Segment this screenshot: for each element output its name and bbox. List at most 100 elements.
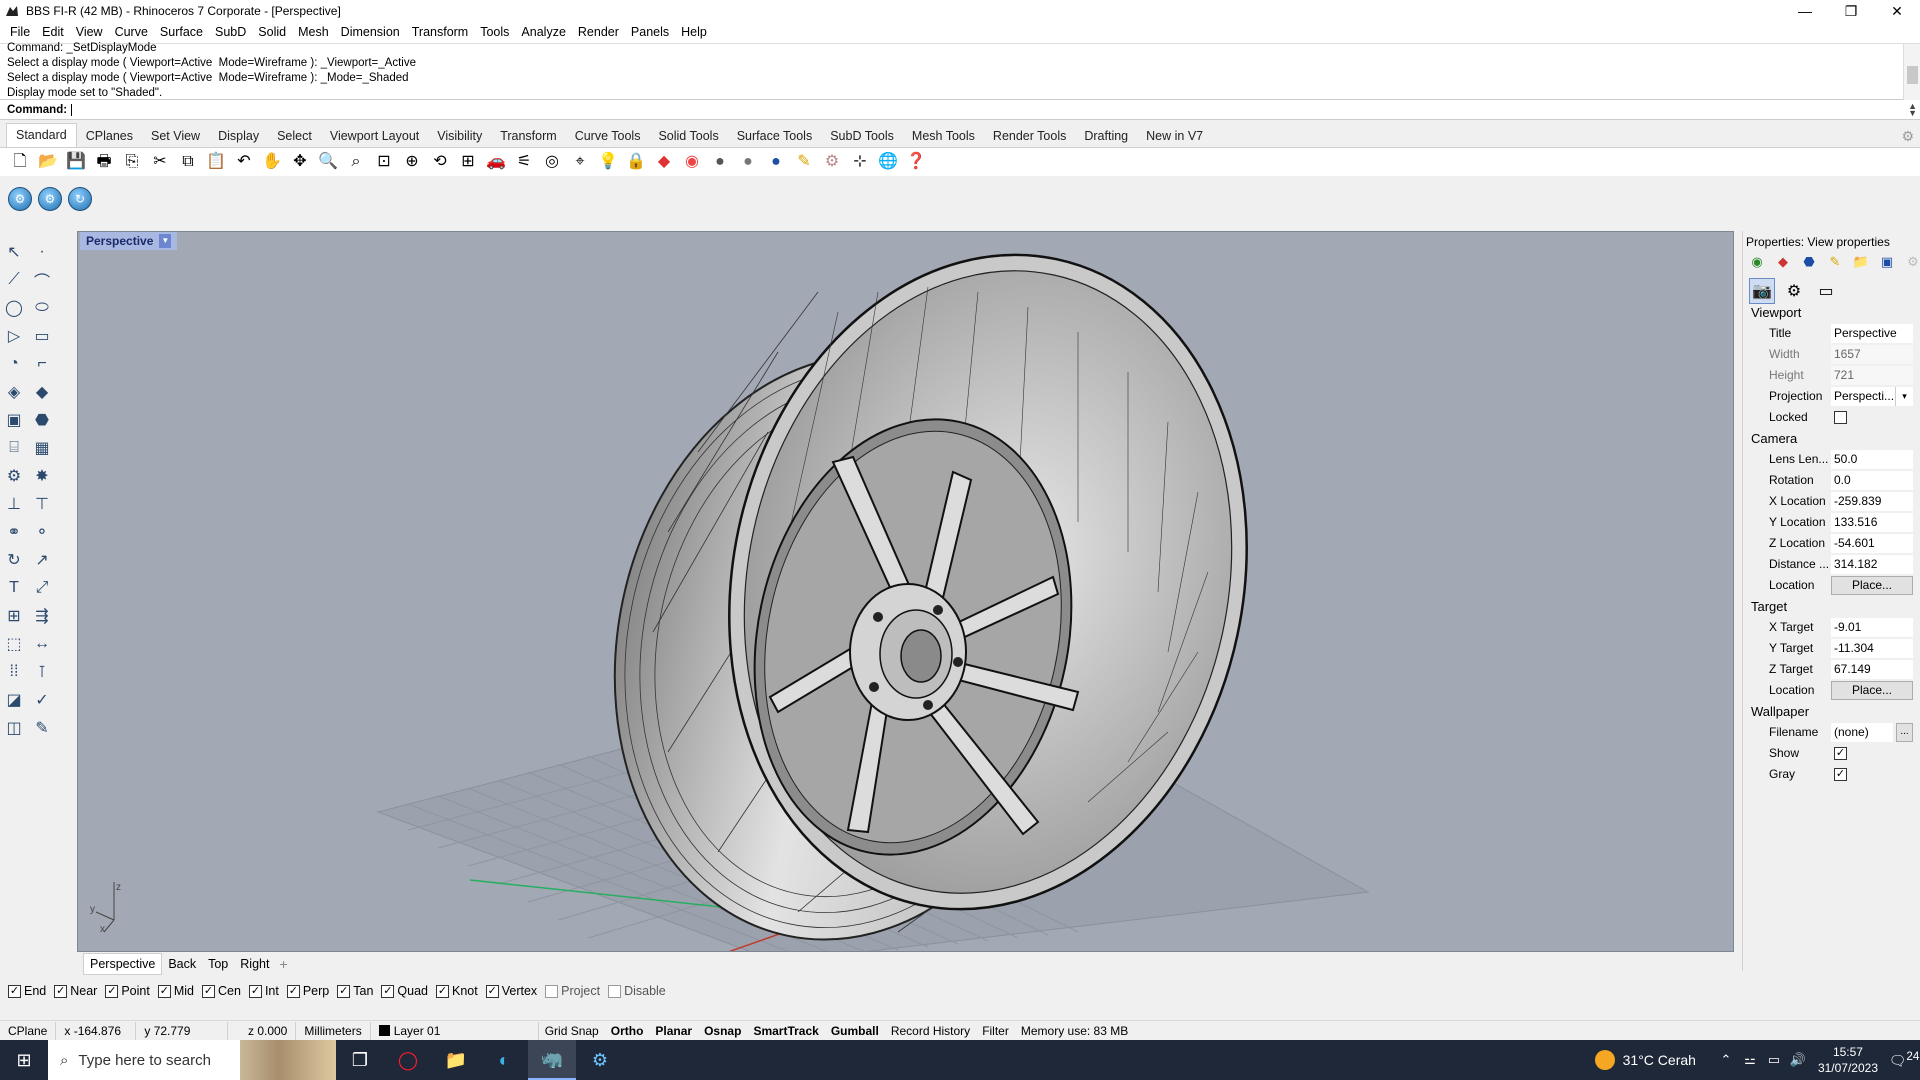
- tab-cplanes[interactable]: CPlanes: [77, 125, 142, 147]
- checkbox-icon[interactable]: ✓: [8, 984, 21, 998]
- dimension-icon[interactable]: ↔: [30, 632, 54, 656]
- tab-mesh-tools[interactable]: Mesh Tools: [903, 125, 984, 147]
- z-target-field[interactable]: 67.149: [1831, 660, 1913, 679]
- named-view-icon[interactable]: ⚙: [1781, 278, 1807, 304]
- checkbox-icon[interactable]: ✓: [337, 984, 351, 998]
- edge-icon[interactable]: ◐: [480, 1040, 528, 1080]
- zoom-window-icon[interactable]: ⌕: [344, 150, 368, 174]
- osnap-near[interactable]: ✓ Near: [54, 984, 97, 998]
- decal-icon[interactable]: ◆: [1774, 253, 1792, 271]
- array-icon[interactable]: ⁞⁞: [2, 660, 26, 684]
- four-viewports-icon[interactable]: ⊞: [456, 150, 480, 174]
- checkbox-icon[interactable]: ✓: [157, 984, 171, 998]
- menu-help[interactable]: Help: [675, 22, 713, 43]
- tab-render-tools[interactable]: Render Tools: [984, 125, 1075, 147]
- tab-new-in-v7[interactable]: New in V7: [1137, 125, 1212, 147]
- planar-toggle[interactable]: Planar: [649, 1022, 698, 1040]
- viewport-menu-dropdown-icon[interactable]: ▼: [159, 234, 172, 248]
- opera-icon[interactable]: ◯: [384, 1040, 432, 1080]
- checkbox-icon[interactable]: ✓: [54, 984, 68, 998]
- ortho-toggle[interactable]: Ortho: [605, 1022, 650, 1040]
- new-file-icon[interactable]: 🗋: [8, 150, 32, 174]
- y-location-field[interactable]: 133.516: [1831, 513, 1913, 532]
- browse-button[interactable]: ...: [1896, 723, 1913, 742]
- sphere-icon[interactable]: ●: [708, 150, 732, 174]
- y-target-field[interactable]: -11.304: [1831, 639, 1913, 658]
- shaded-sphere-icon[interactable]: ●: [736, 150, 760, 174]
- check-icon[interactable]: ✓: [30, 688, 54, 712]
- gray-checkbox[interactable]: ✓: [1834, 768, 1847, 781]
- camera-place-button[interactable]: Place...: [1831, 576, 1913, 595]
- rendered-sphere-icon[interactable]: ●: [764, 150, 788, 174]
- split-icon[interactable]: ⊥: [2, 492, 26, 516]
- viewport-tab-perspective[interactable]: Perspective: [83, 953, 163, 975]
- render-mesh-icon[interactable]: ◪: [2, 688, 26, 712]
- menu-dimension[interactable]: Dimension: [335, 22, 406, 43]
- settings-icon[interactable]: ⚙: [1904, 253, 1920, 271]
- rotation-field[interactable]: 0.0: [1831, 471, 1913, 490]
- analyze-icon[interactable]: ⊺: [30, 660, 54, 684]
- zoom-extents-icon[interactable]: ⊡: [372, 150, 396, 174]
- checkbox-icon[interactable]: ✓: [202, 984, 215, 998]
- cut-icon[interactable]: ✂: [148, 150, 172, 174]
- tab-transform[interactable]: Transform: [491, 125, 566, 147]
- checkbox-icon[interactable]: ✓: [485, 984, 499, 998]
- lock-icon[interactable]: 🔒: [624, 150, 648, 174]
- network-icon[interactable]: ⚍: [1740, 1052, 1760, 1068]
- zoom-selected-icon[interactable]: ⊕: [400, 150, 424, 174]
- checkbox-icon[interactable]: ✓: [381, 984, 395, 998]
- circle-icon[interactable]: ◯: [2, 296, 26, 320]
- checkbox-icon[interactable]: ✓: [286, 984, 300, 998]
- pencil-icon[interactable]: ✎: [1826, 253, 1844, 271]
- menu-surface[interactable]: Surface: [154, 22, 209, 43]
- render-preview-icon[interactable]: ⚙: [38, 187, 62, 211]
- menu-tools[interactable]: Tools: [474, 22, 515, 43]
- rotate-view-icon[interactable]: ✥: [288, 150, 312, 174]
- group-icon[interactable]: ⚭: [2, 520, 26, 544]
- distance-field[interactable]: 314.182: [1831, 555, 1913, 574]
- tab-surface-tools[interactable]: Surface Tools: [728, 125, 822, 147]
- tab-select[interactable]: Select: [268, 125, 321, 147]
- osnap-int[interactable]: ✓ Int: [248, 984, 279, 998]
- maximize-button[interactable]: ❐: [1828, 0, 1874, 22]
- render-refresh-icon[interactable]: ↻: [68, 187, 92, 211]
- osnap-disable[interactable]: Disable: [608, 984, 666, 998]
- pencil-icon[interactable]: ✎: [30, 716, 54, 740]
- surface-icon[interactable]: ◈: [2, 380, 26, 404]
- menu-edit[interactable]: Edit: [36, 22, 70, 43]
- lens-field[interactable]: 50.0: [1831, 450, 1913, 469]
- tab-visibility[interactable]: Visibility: [428, 125, 491, 147]
- window-icon[interactable]: ▣: [1878, 253, 1896, 271]
- zoom-icon[interactable]: 🔍: [316, 150, 340, 174]
- task-view-icon[interactable]: ❐: [336, 1040, 384, 1080]
- rotate-icon[interactable]: ↻: [2, 548, 26, 572]
- undo-view-icon[interactable]: ⟲: [428, 150, 452, 174]
- scale-icon[interactable]: ⤢: [30, 576, 54, 600]
- layer-indicator[interactable]: Layer 01: [371, 1021, 539, 1040]
- grid-snap-toggle[interactable]: Grid Snap: [539, 1022, 605, 1040]
- clock[interactable]: 15:57 31/07/2023: [1818, 1044, 1878, 1076]
- tab-viewport-layout[interactable]: Viewport Layout: [321, 125, 428, 147]
- gear-icon[interactable]: ⚙: [1901, 128, 1914, 145]
- osnap-vertex[interactable]: ✓ Vertex: [485, 984, 537, 998]
- block-icon[interactable]: ⊞: [2, 604, 26, 628]
- tab-solid-tools[interactable]: Solid Tools: [649, 125, 727, 147]
- explode-icon[interactable]: ✸: [30, 464, 54, 488]
- checkbox-icon[interactable]: [608, 984, 622, 998]
- cycles-icon[interactable]: ⚙: [576, 1040, 624, 1080]
- filename-field[interactable]: (none): [1831, 723, 1893, 742]
- render-settings-icon[interactable]: ⚙: [8, 187, 32, 211]
- rectangle-icon[interactable]: ▭: [30, 324, 54, 348]
- osnap-quad[interactable]: ✓ Quad: [381, 984, 428, 998]
- file-explorer-icon[interactable]: 📁: [432, 1040, 480, 1080]
- menu-transform[interactable]: Transform: [406, 22, 475, 43]
- menu-panels[interactable]: Panels: [625, 22, 675, 43]
- curve-icon[interactable]: ⌒: [30, 268, 54, 292]
- gear-icon[interactable]: ⚙: [2, 464, 26, 488]
- render-icon[interactable]: ⬣: [1800, 253, 1818, 271]
- battery-icon[interactable]: ▭: [1764, 1052, 1784, 1068]
- patch-icon[interactable]: ◆: [30, 380, 54, 404]
- save-icon[interactable]: 💾: [64, 150, 88, 174]
- menu-view[interactable]: View: [70, 22, 109, 43]
- osnap-cen[interactable]: ✓ Cen: [202, 984, 241, 998]
